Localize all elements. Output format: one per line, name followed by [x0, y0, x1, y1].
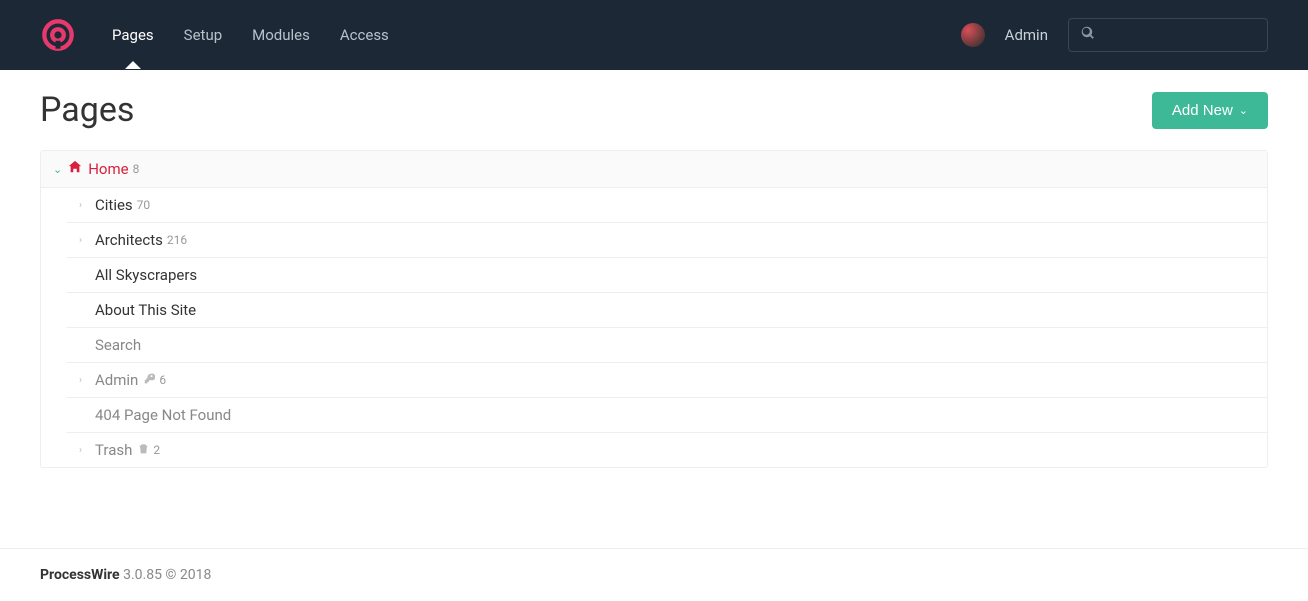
tree-item[interactable]: › Architects 216 [67, 223, 1267, 258]
tree-item-label: 404 Page Not Found [95, 406, 231, 424]
home-icon [68, 160, 82, 178]
chevron-right-icon[interactable]: › [79, 375, 91, 386]
nav-item-pages[interactable]: Pages [112, 2, 154, 68]
tree-item-count: 216 [167, 233, 187, 247]
user-menu[interactable]: Admin [1005, 26, 1048, 44]
topbar: Pages Setup Modules Access Admin [0, 0, 1308, 70]
chevron-right-icon[interactable]: › [79, 200, 91, 211]
tree-item-count: 2 [153, 443, 160, 457]
search-icon [1081, 26, 1095, 44]
tree-item-label: About This Site [95, 301, 196, 319]
tree-item-label: Cities [95, 196, 133, 214]
chevron-down-icon[interactable]: ⌄ [53, 163, 62, 176]
nav-item-modules[interactable]: Modules [252, 2, 310, 68]
logo[interactable] [40, 17, 76, 53]
chevron-right-icon[interactable]: › [79, 235, 91, 246]
tree-item-label: Search [95, 336, 141, 354]
add-new-label: Add New [1172, 102, 1233, 119]
tree-item[interactable]: › Admin 6 [67, 363, 1267, 398]
tree-item[interactable]: › Cities 70 [67, 188, 1267, 223]
add-new-button[interactable]: Add New ⌄ [1152, 92, 1268, 129]
page-header: Pages Add New ⌄ [40, 90, 1268, 130]
search-box[interactable] [1068, 18, 1268, 52]
tree-item[interactable]: ›About This Site [67, 293, 1267, 328]
tree-root-label: Home [88, 160, 128, 178]
tree-item-label: All Skyscrapers [95, 266, 197, 284]
page-tree: ⌄ Home 8 ›Cities70›Architects216›All Sky… [40, 150, 1268, 468]
search-input[interactable] [1103, 27, 1284, 43]
tree-item[interactable]: ›Search [67, 328, 1267, 363]
tree-item-count: 6 [159, 373, 166, 387]
tree-item-label: Admin [95, 371, 138, 389]
footer-product: ProcessWire [40, 567, 120, 583]
tree-item-count: 70 [137, 198, 151, 212]
tree-root-count: 8 [133, 162, 140, 176]
tree-item[interactable]: › Trash 2 [67, 433, 1267, 467]
nav-item-access[interactable]: Access [340, 2, 389, 68]
avatar[interactable] [961, 23, 985, 47]
tree-item[interactable]: ›All Skyscrapers [67, 258, 1267, 293]
nav-item-setup[interactable]: Setup [184, 2, 222, 68]
chevron-right-icon[interactable]: › [79, 445, 91, 456]
tree-item-label: Architects [95, 231, 163, 249]
key-icon [144, 373, 155, 387]
footer-version: 3.0.85 © 2018 [123, 567, 211, 583]
tree-item[interactable]: ›404 Page Not Found [67, 398, 1267, 433]
main-nav: Pages Setup Modules Access [112, 2, 389, 68]
chevron-down-icon: ⌄ [1239, 104, 1248, 117]
trash-icon [138, 443, 149, 457]
tree-root[interactable]: ⌄ Home 8 [41, 151, 1267, 188]
page-title: Pages [40, 90, 134, 130]
tree-item-label: Trash [95, 441, 132, 459]
